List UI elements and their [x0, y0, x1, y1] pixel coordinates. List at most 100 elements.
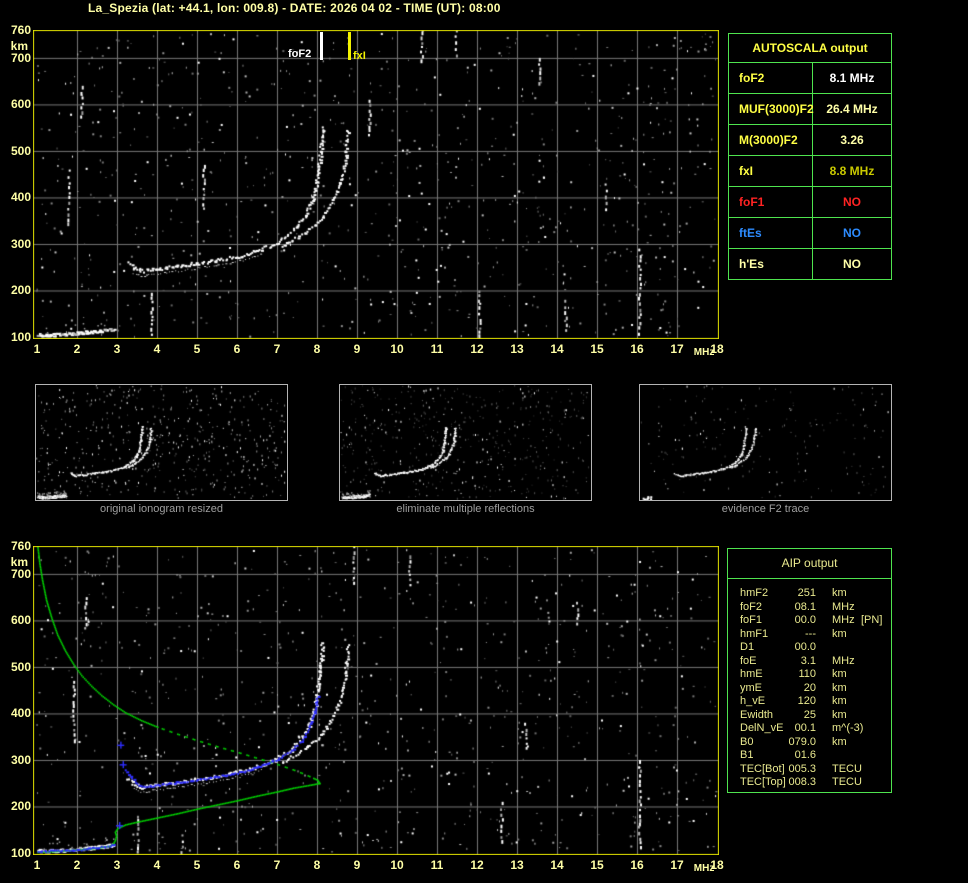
- x-tick-label: 17: [670, 858, 684, 872]
- x-tick-label: 10: [390, 342, 404, 356]
- x-tick-label: 1: [33, 858, 41, 872]
- x-tick-label: 6: [233, 342, 241, 356]
- aip-param-value: 01.6: [794, 749, 816, 761]
- panel-evidence-f2-trace: [639, 384, 892, 501]
- x-tick-label: 14: [550, 858, 564, 872]
- x-tick-label: 13: [510, 342, 524, 356]
- autoscala-row-m3000f2: M(3000)F2 3.26: [729, 125, 891, 156]
- x-tick-label: 3: [113, 342, 121, 356]
- x-tick-label: 7: [273, 342, 281, 356]
- y-tick-label: 760: [10, 23, 31, 37]
- aip-param-unit: km: [832, 627, 847, 640]
- aip-row-b1: B1 01.6: [728, 749, 891, 762]
- x-tick-label: 5: [193, 858, 201, 872]
- autoscala-output-table: AUTOSCALA output foF2 8.1 MHz MUF(3000)F2 2…: [728, 33, 892, 280]
- panel-eliminate-reflections: [339, 384, 592, 501]
- ionogram-bottom: 760 700 600 500 400 300 200 100 km 1 2 3 4 5 6 7 8 9 10 11 1…: [0, 539, 724, 881]
- autoscala-row-hes: h'Es NO: [729, 249, 891, 279]
- aip-param-unit: km: [832, 735, 847, 748]
- aip-row-fof2: foF2 08.1 MHz: [728, 601, 891, 614]
- x-tick-label: 14: [550, 342, 564, 356]
- fof2-marker-label: foF2: [288, 48, 312, 60]
- autoscala-param-label: fxI: [729, 156, 813, 186]
- y-tick-label: 600: [10, 613, 31, 628]
- aip-param-extra: [PN]: [861, 614, 883, 626]
- aip-param-unit: MHz: [832, 600, 855, 613]
- autoscala-param-label: h'Es: [729, 249, 813, 279]
- panel-canvas: [36, 385, 287, 500]
- aip-param-value: 110: [798, 668, 816, 680]
- autoscala-row-fof1: foF1 NO: [729, 187, 891, 218]
- autoscala-app-window: La_Spezia (lat: +44.1, lon: 009.8) - DAT…: [0, 0, 968, 883]
- y-axis-unit-label: km: [10, 555, 28, 569]
- panel-caption-original: original ionogram resized: [100, 503, 223, 515]
- aip-param-value: 00.0: [794, 614, 816, 626]
- x-tick-label: 2: [73, 342, 81, 356]
- autoscala-param-label: ftEs: [729, 218, 813, 248]
- aip-param-unit: km: [832, 668, 847, 680]
- autoscala-param-label: MUF(3000)F2: [729, 94, 814, 124]
- aip-row-b0: B0 079.0 km: [728, 736, 891, 749]
- y-tick-label: 500: [10, 143, 31, 158]
- aip-row-hme: hmE 110 km: [728, 668, 891, 681]
- x-axis-unit-label: MHz: [693, 347, 715, 358]
- x-tick-label: 6: [233, 858, 241, 872]
- fxi-marker-line: [348, 32, 351, 60]
- aip-row-tectop: TEC[Top] 008.3 TECU: [728, 776, 891, 789]
- aip-row-foe: foE 3.1 MHz: [728, 655, 891, 668]
- aip-row-yme: ymE 20 km: [728, 682, 891, 695]
- aip-row-d1: D1 00.0: [728, 641, 891, 654]
- aip-row-tecbot: TEC[Bot] 005.3 TECU: [728, 763, 891, 776]
- y-tick-label: 300: [10, 752, 31, 767]
- aip-param-label: foE: [740, 654, 757, 667]
- y-tick-label: 400: [10, 190, 31, 205]
- page-title: La_Spezia (lat: +44.1, lon: 009.8) - DAT…: [88, 1, 501, 15]
- x-tick-label: 7: [273, 858, 281, 872]
- aip-table-title: AIP output: [728, 549, 891, 579]
- x-tick-label: 12: [470, 342, 484, 356]
- aip-param-unit: km: [832, 708, 847, 721]
- x-tick-label: 12: [470, 858, 484, 872]
- aip-row-fof1: foF1 00.0 MHz [PN]: [728, 614, 891, 627]
- aip-param-label: D1: [740, 641, 755, 653]
- aip-param-unit: km: [832, 681, 847, 694]
- aip-output-table: AIP output hmF2 251 km foF2 08.1 MHz foF1 00.0 M…: [727, 548, 892, 793]
- y-tick-label: 700: [10, 566, 31, 581]
- autoscala-param-label: foF2: [729, 63, 813, 93]
- y-tick-label: 400: [10, 706, 31, 721]
- y-tick-label: 700: [10, 50, 31, 65]
- x-tick-label: 13: [510, 858, 524, 872]
- fof2-marker-line: [320, 32, 323, 60]
- panel-canvas: [340, 385, 591, 500]
- autoscala-param-value: 3.26: [840, 133, 864, 147]
- aip-param-value: 008.3: [788, 776, 816, 788]
- aip-param-value: 08.1: [794, 600, 816, 613]
- aip-param-value: 00.1: [794, 722, 816, 734]
- x-tick-label: 8: [313, 858, 321, 872]
- panel-canvas: [640, 385, 891, 500]
- panel-original-ionogram: [35, 384, 288, 501]
- aip-param-value: 25: [803, 708, 816, 721]
- x-tick-label: 5: [193, 342, 201, 356]
- autoscala-param-value: 8.1 MHz: [829, 71, 875, 85]
- autoscala-param-label: foF1: [729, 187, 813, 217]
- x-tick-label: 15: [590, 342, 604, 356]
- aip-param-value: 005.3: [788, 762, 816, 775]
- aip-param-value: 00.0: [794, 641, 816, 653]
- y-tick-label: 760: [10, 539, 31, 553]
- x-tick-label: 4: [153, 858, 161, 872]
- aip-param-value: ---: [805, 627, 816, 640]
- autoscala-param-value: 8.8 MHz: [829, 164, 875, 178]
- y-tick-label: 300: [10, 236, 31, 251]
- aip-param-label: B0: [740, 735, 754, 748]
- y-tick-label: 200: [10, 283, 31, 298]
- x-tick-label: 15: [590, 858, 604, 872]
- autoscala-param-label: M(3000)F2: [729, 125, 813, 155]
- x-tick-label: 11: [430, 342, 444, 356]
- aip-row-delnve: DelN_vE 00.1 m^(-3): [728, 722, 891, 735]
- x-tick-label: 9: [353, 342, 361, 356]
- autoscala-param-value: NO: [843, 226, 861, 240]
- aip-param-label: B1: [740, 749, 754, 761]
- x-tick-label: 16: [630, 342, 644, 356]
- ionogram-top: 760 700 600 500 400 300 200 100 km 1 2 3 4 5 6 7 8 9 10 11 1…: [0, 23, 724, 365]
